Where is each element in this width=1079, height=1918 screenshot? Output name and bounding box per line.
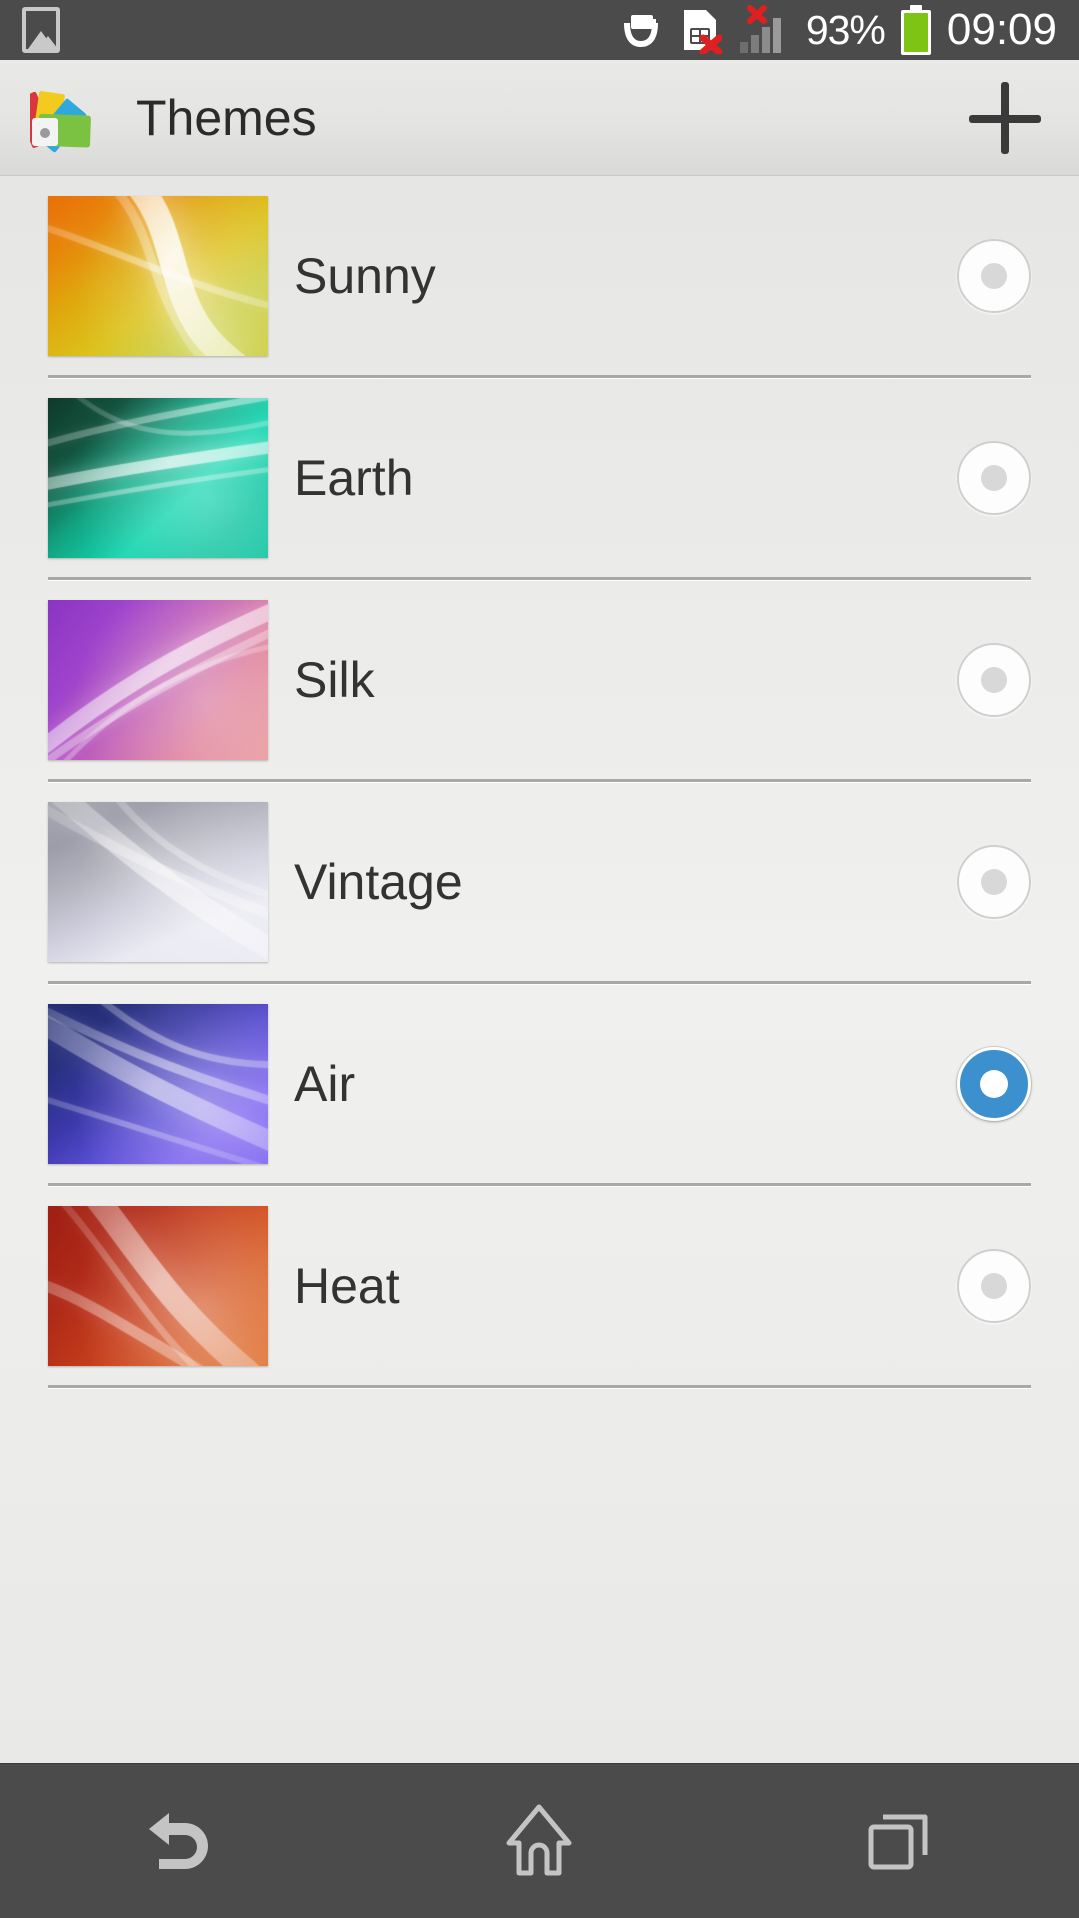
list-divider bbox=[48, 1385, 1031, 1388]
theme-radio-button[interactable] bbox=[957, 238, 1031, 313]
status-bar-notifications bbox=[22, 7, 60, 53]
nav-back-button[interactable] bbox=[80, 1786, 280, 1896]
nav-recents-button[interactable] bbox=[799, 1786, 999, 1896]
sim-card-error-icon bbox=[683, 10, 722, 54]
page-title: Themes bbox=[136, 89, 317, 146]
action-bar: Themes bbox=[0, 60, 1079, 176]
theme-list-item[interactable]: Earth bbox=[0, 378, 1079, 577]
navigation-bar bbox=[0, 1763, 1079, 1918]
plus-icon-vertical bbox=[1001, 81, 1009, 154]
theme-name-label: Silk bbox=[294, 651, 375, 708]
theme-thumbnail bbox=[48, 195, 268, 356]
theme-thumbnail bbox=[48, 397, 268, 558]
nav-home-button[interactable] bbox=[439, 1786, 639, 1896]
battery-percent-label: 93% bbox=[805, 6, 886, 53]
photo-notification-icon bbox=[22, 7, 60, 53]
status-bar: 93% 09:09 bbox=[0, 0, 1079, 60]
theme-radio-button[interactable] bbox=[957, 642, 1031, 717]
theme-list-item[interactable]: Heat bbox=[0, 1186, 1079, 1385]
battery-icon bbox=[900, 5, 931, 55]
theme-radio-button[interactable] bbox=[957, 844, 1031, 919]
phone-screen: 93% 09:09 Themes Sunny Earth Silk Vintag… bbox=[0, 0, 1079, 1918]
theme-thumbnail bbox=[48, 801, 268, 962]
theme-radio-button[interactable] bbox=[957, 1046, 1031, 1121]
signal-bars-no-service-icon bbox=[739, 5, 781, 53]
theme-name-label: Vintage bbox=[294, 853, 463, 910]
theme-radio-button[interactable] bbox=[957, 440, 1031, 515]
theme-list-item[interactable]: Sunny bbox=[0, 176, 1079, 375]
theme-name-label: Air bbox=[294, 1055, 356, 1112]
theme-list-item[interactable]: Air bbox=[0, 984, 1079, 1183]
theme-radio-button[interactable] bbox=[957, 1248, 1031, 1323]
theme-thumbnail bbox=[48, 599, 268, 760]
theme-name-label: Earth bbox=[294, 449, 414, 506]
theme-thumbnail bbox=[48, 1003, 268, 1164]
themes-swatch-icon bbox=[13, 82, 114, 154]
themes-list[interactable]: Sunny Earth Silk Vintage Air Heat bbox=[0, 176, 1079, 1763]
status-bar-system-icons: 93% 09:09 bbox=[618, 4, 1057, 56]
theme-list-item[interactable]: Silk bbox=[0, 580, 1079, 779]
clock-label: 09:09 bbox=[946, 5, 1057, 54]
theme-name-label: Sunny bbox=[294, 247, 436, 304]
theme-list-item[interactable]: Vintage bbox=[0, 782, 1079, 981]
theme-name-label: Heat bbox=[294, 1257, 400, 1314]
battery-care-icon bbox=[623, 15, 658, 47]
add-theme-button[interactable] bbox=[957, 70, 1053, 166]
theme-thumbnail bbox=[48, 1205, 268, 1366]
